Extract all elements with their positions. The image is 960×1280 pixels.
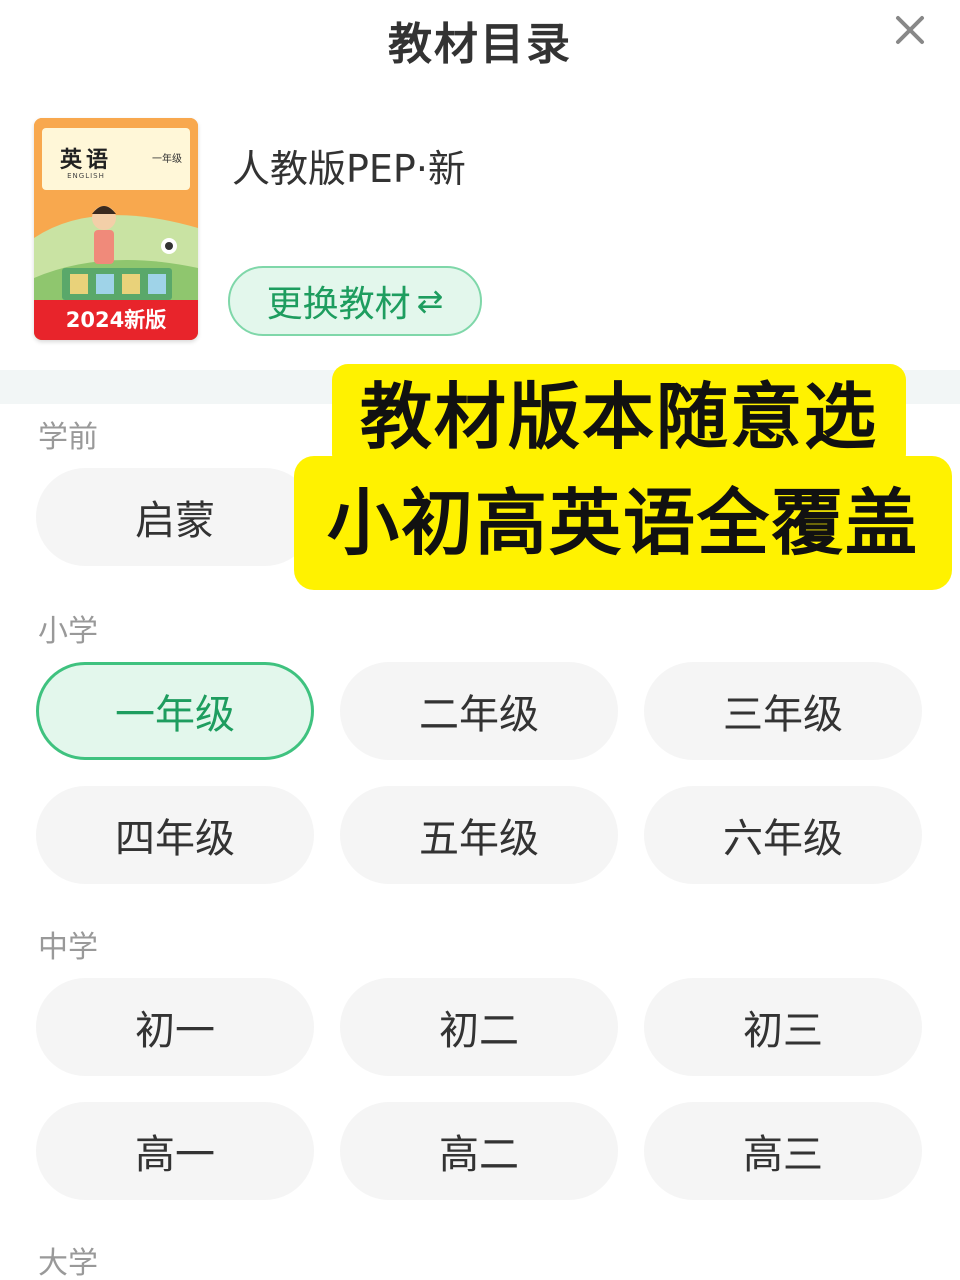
book-cover-subtitle: ENGLISH [67,172,105,180]
grade-option-grade-2[interactable]: 二年级 [340,662,618,760]
promo-banner: 教材版本随意选 小初高英语全覆盖 [294,364,952,590]
book-cover: 英语 ENGLISH 一年级 2024新版 [34,118,198,340]
section-label-university: 大学 [38,1246,98,1280]
section-label-primary: 小学 [38,614,98,649]
promo-line-2: 小初高英语全覆盖 [294,456,952,590]
header: 教材目录 [0,0,960,80]
grade-option-grade-6[interactable]: 六年级 [644,786,922,884]
promo-line-1: 教材版本随意选 [332,364,906,470]
book-cover-title: 英语 [59,147,112,173]
grade-option-junior-2[interactable]: 初二 [340,978,618,1076]
grade-option-grade-4[interactable]: 四年级 [36,786,314,884]
switch-textbook-label: 更换教材 [266,284,411,325]
book-cover-grade: 一年级 [152,154,182,165]
grade-option-grade-3[interactable]: 三年级 [644,662,922,760]
book-cover-badge: 2024新版 [34,300,198,340]
close-icon[interactable] [890,10,930,50]
page-title: 教材目录 [388,19,572,70]
grade-option-junior-3[interactable]: 初三 [644,978,922,1076]
grade-option-qimeng[interactable]: 启蒙 [36,468,314,566]
grade-option-grade-5[interactable]: 五年级 [340,786,618,884]
grade-option-senior-2[interactable]: 高二 [340,1102,618,1200]
swap-icon: ⇄ [416,282,444,320]
grade-option-junior-1[interactable]: 初一 [36,978,314,1076]
section-label-secondary: 中学 [38,930,98,965]
section-label-preschool: 学前 [38,420,98,455]
grade-option-grade-1[interactable]: 一年级 [36,662,314,760]
book-name: 人教版PEP·新 [232,147,466,191]
grade-option-senior-3[interactable]: 高三 [644,1102,922,1200]
grade-option-senior-1[interactable]: 高一 [36,1102,314,1200]
switch-textbook-button[interactable]: 更换教材 ⇄ [228,266,482,336]
